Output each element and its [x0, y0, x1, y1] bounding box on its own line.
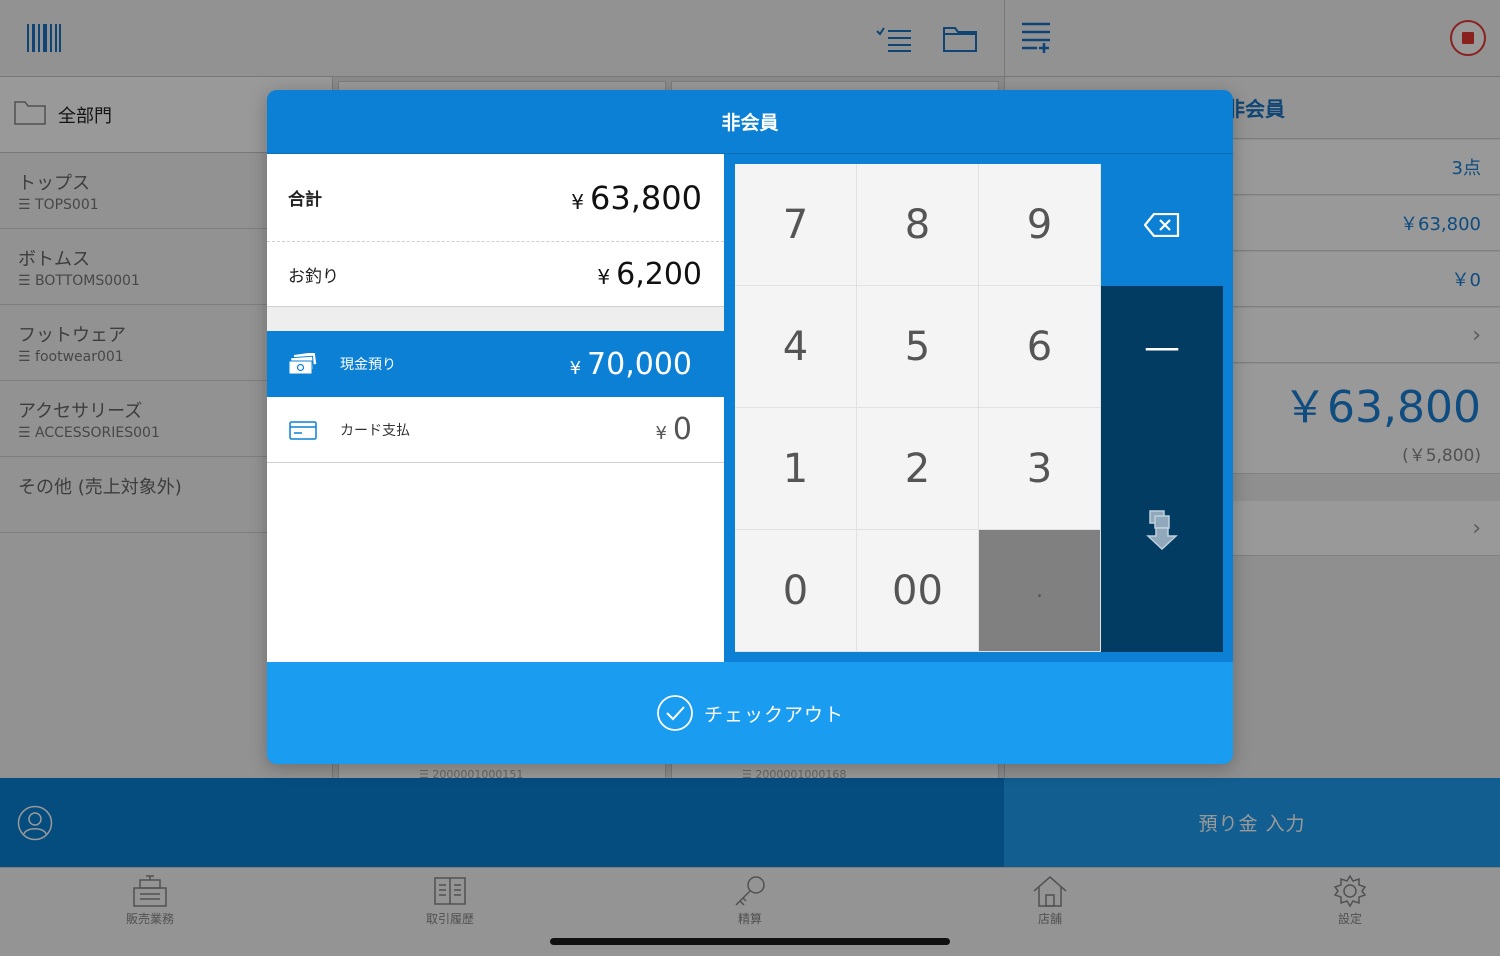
- credit-card-icon: [289, 420, 317, 440]
- total-label: 合計: [288, 190, 322, 210]
- key-0[interactable]: 0: [735, 530, 857, 652]
- key-9[interactable]: 9: [979, 164, 1101, 286]
- key-decimal[interactable]: .: [979, 530, 1101, 652]
- enter-arrow-icon: [1146, 510, 1178, 550]
- checkout-button[interactable]: チェックアウト: [267, 662, 1233, 764]
- checkout-label: チェックアウト: [703, 703, 844, 726]
- check-circle-icon: [657, 695, 693, 731]
- payment-modal: 非会員 合計 ¥63,800 お釣り ¥6,200 現金預り ¥70,000 カ…: [267, 90, 1233, 764]
- change-value: 6,200: [616, 257, 702, 292]
- yen-symbol: ¥: [569, 357, 582, 379]
- key-4[interactable]: 4: [735, 286, 857, 408]
- card-label: カード支払: [340, 422, 410, 439]
- cash-label: 現金預り: [340, 357, 396, 373]
- key-5[interactable]: 5: [857, 286, 979, 408]
- home-indicator[interactable]: [550, 938, 950, 945]
- backspace-button[interactable]: [1101, 164, 1223, 286]
- selection-pointer: [706, 331, 726, 375]
- modal-title: 非会員: [267, 90, 1233, 154]
- cash-icon: [288, 353, 318, 375]
- numeric-keypad: 7 8 9 4 5 6 — 1 2 3 0 00 .: [735, 164, 1223, 652]
- yen-symbol: ¥: [655, 423, 667, 444]
- backspace-icon: [1144, 213, 1180, 237]
- change-row: お釣り ¥6,200: [267, 243, 724, 307]
- total-value: 63,800: [590, 178, 702, 217]
- yen-symbol: ¥: [571, 189, 585, 214]
- key-6[interactable]: 6: [979, 286, 1101, 408]
- key-2[interactable]: 2: [857, 408, 979, 530]
- card-value: 0: [672, 412, 692, 447]
- section-separator: [267, 307, 724, 331]
- key-8[interactable]: 8: [857, 164, 979, 286]
- key-00[interactable]: 00: [857, 530, 979, 652]
- cash-value: 70,000: [587, 346, 692, 382]
- key-3[interactable]: 3: [979, 408, 1101, 530]
- card-payment-row[interactable]: カード支払 ¥0: [267, 397, 724, 463]
- change-label: お釣り: [288, 267, 339, 287]
- cash-payment-row[interactable]: 現金預り ¥70,000: [267, 331, 724, 397]
- key-7[interactable]: 7: [735, 164, 857, 286]
- total-row: 合計 ¥63,800: [267, 154, 724, 242]
- key-1[interactable]: 1: [735, 408, 857, 530]
- enter-key[interactable]: [1101, 408, 1223, 652]
- minus-key[interactable]: —: [1101, 286, 1223, 408]
- yen-symbol: ¥: [597, 265, 611, 289]
- payment-summary: 合計 ¥63,800 お釣り ¥6,200 現金預り ¥70,000 カード支払…: [267, 154, 724, 662]
